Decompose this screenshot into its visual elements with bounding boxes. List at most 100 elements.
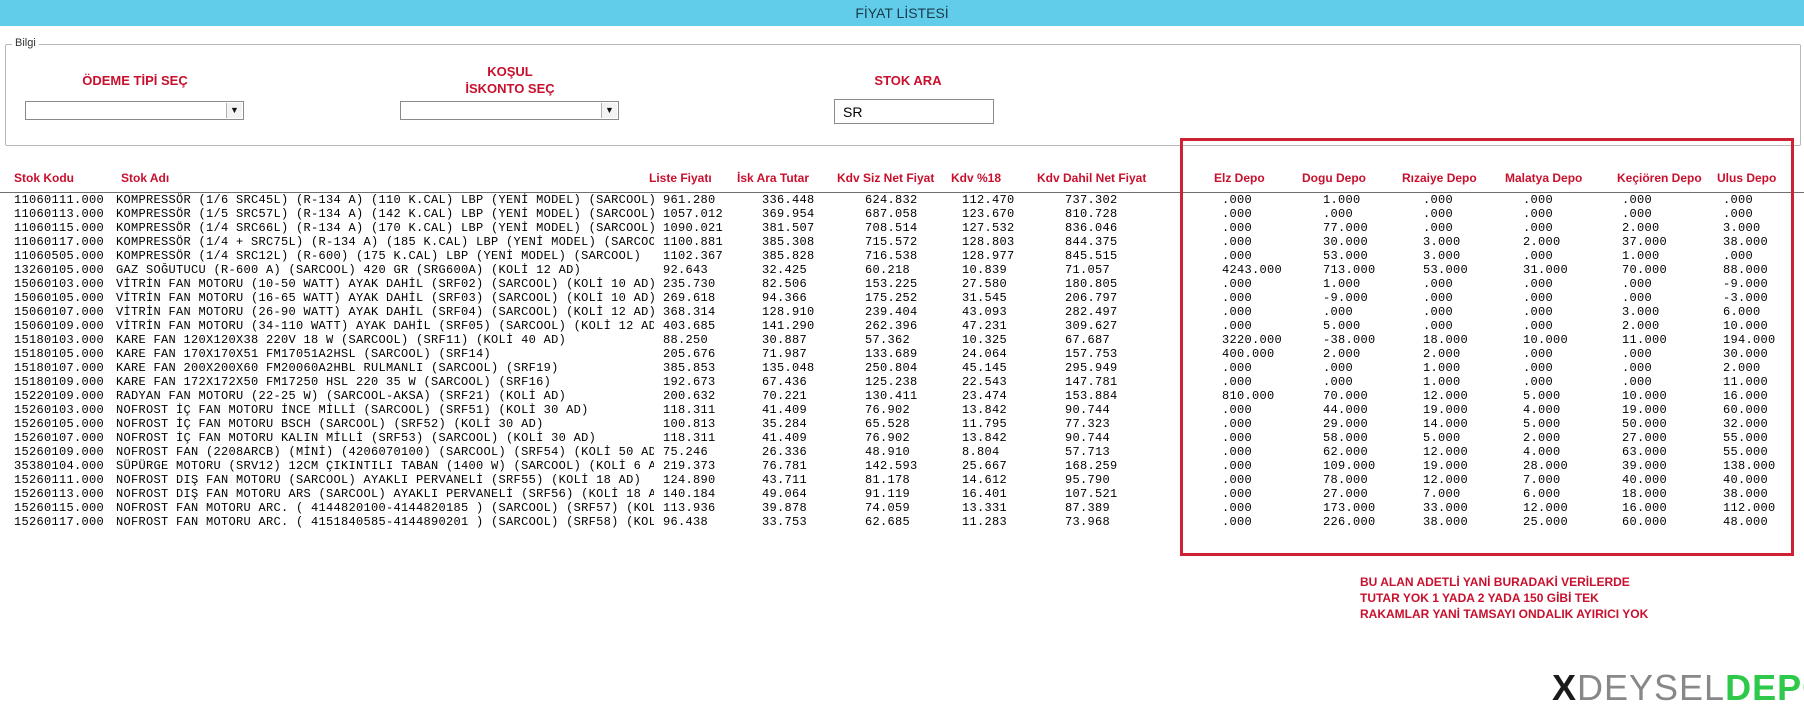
- cell-vat-18: 22.543: [962, 375, 1008, 389]
- cell-net-price-incl-vat: 836.046: [1065, 221, 1118, 235]
- cell-vat-18: 25.667: [962, 459, 1008, 473]
- cell-stock-code: 15060105.000: [14, 291, 105, 305]
- cell-list-price: 403.685: [663, 319, 716, 333]
- cell-net-price-incl-vat: 309.627: [1065, 319, 1118, 333]
- cell-discount-amount: 82.506: [762, 277, 808, 291]
- cell-stock-name: KARE FAN 200X200X60 FM20060A2HBL RULMANL…: [116, 361, 559, 375]
- cell-discount-amount: 41.409: [762, 403, 808, 417]
- cell-discount-amount: 385.308: [762, 235, 815, 249]
- cell-stock-code: 35380104.000: [14, 459, 105, 473]
- cell-vat-18: 13.331: [962, 501, 1008, 515]
- cell-discount-amount: 39.878: [762, 501, 808, 515]
- cell-discount-amount: 369.954: [762, 207, 815, 221]
- cell-stock-name: KARE FAN 120X120X38 220V 18 W (SARCOOL) …: [116, 333, 567, 347]
- col-header-stock-code[interactable]: Stok Kodu: [14, 171, 74, 185]
- cell-stock-code: 15060103.000: [14, 277, 105, 291]
- cell-net-price-incl-vat: 810.728: [1065, 207, 1118, 221]
- chevron-down-icon[interactable]: ▼: [601, 103, 617, 118]
- cell-net-price-excl-vat: 716.538: [865, 249, 918, 263]
- cell-stock-code: 15260103.000: [14, 403, 105, 417]
- cell-discount-amount: 41.409: [762, 431, 808, 445]
- col-header-list-price[interactable]: Liste Fiyatı: [649, 171, 712, 185]
- cell-net-price-incl-vat: 844.375: [1065, 235, 1118, 249]
- chevron-down-icon[interactable]: ▼: [226, 103, 242, 118]
- cell-list-price: 113.936: [663, 501, 716, 515]
- brand-watermark: XDEYSELDEPO: [1552, 668, 1804, 708]
- cell-net-price-excl-vat: 81.178: [865, 473, 911, 487]
- cell-stock-code: 15180105.000: [14, 347, 105, 361]
- cell-net-price-excl-vat: 153.225: [865, 277, 918, 291]
- annotation-line-2: TUTAR YOK 1 YADA 2 YADA 150 GİBİ TEK: [1360, 591, 1599, 605]
- cell-list-price: 1102.367: [663, 249, 724, 263]
- cell-net-price-excl-vat: 76.902: [865, 403, 911, 417]
- cell-stock-name: VİTRİN FAN MOTORU (26-90 WATT) AYAK DAHİ…: [116, 305, 654, 319]
- cell-stock-name: NOFROST FAN MOTORU ARC. ( 4151840585-414…: [116, 515, 654, 529]
- cell-net-price-excl-vat: 708.514: [865, 221, 918, 235]
- cell-stock-name: RADYAN FAN MOTORU (22-25 W) (SARCOOL-AKS…: [116, 389, 567, 403]
- cell-stock-code: 15220109.000: [14, 389, 105, 403]
- col-header-discount-amount[interactable]: İsk Ara Tutar: [737, 171, 809, 185]
- cell-discount-amount: 135.048: [762, 361, 815, 375]
- cell-list-price: 96.438: [663, 515, 709, 529]
- cell-vat-18: 128.803: [962, 235, 1015, 249]
- cell-list-price: 205.676: [663, 347, 716, 361]
- cell-stock-code: 11060505.000: [14, 249, 105, 263]
- condition-label: KOŞUL İSKONTO SEÇ: [440, 63, 580, 97]
- cell-stock-code: 15260117.000: [14, 515, 105, 529]
- annotation-line-3: RAKAMLAR YANİ TAMSAYI ONDALIK AYIRICI YO…: [1360, 607, 1649, 621]
- cell-net-price-incl-vat: 90.744: [1065, 431, 1111, 445]
- cell-vat-18: 27.580: [962, 277, 1008, 291]
- cell-net-price-excl-vat: 262.396: [865, 319, 918, 333]
- cell-discount-amount: 43.711: [762, 473, 808, 487]
- cell-net-price-excl-vat: 57.362: [865, 333, 911, 347]
- cell-discount-amount: 49.064: [762, 487, 808, 501]
- cell-list-price: 219.373: [663, 459, 716, 473]
- cell-net-price-excl-vat: 142.593: [865, 459, 918, 473]
- cell-net-price-incl-vat: 90.744: [1065, 403, 1111, 417]
- col-header-stock-name[interactable]: Stok Adı: [121, 171, 169, 185]
- cell-stock-name: NOFROST FAN (2208ARCB) (MİNİ) (420607010…: [116, 445, 654, 459]
- col-header-net-price-excl-vat[interactable]: Kdv Siz Net Fiyat: [837, 171, 934, 185]
- discount-combo[interactable]: ▼: [400, 101, 619, 120]
- cell-vat-18: 47.231: [962, 319, 1008, 333]
- cell-vat-18: 14.612: [962, 473, 1008, 487]
- cell-net-price-incl-vat: 295.949: [1065, 361, 1118, 375]
- watermark-part-1: X: [1552, 667, 1578, 708]
- cell-discount-amount: 381.507: [762, 221, 815, 235]
- cell-vat-18: 16.401: [962, 487, 1008, 501]
- cell-net-price-incl-vat: 147.781: [1065, 375, 1118, 389]
- payment-type-combo[interactable]: ▼: [25, 101, 244, 120]
- cell-net-price-excl-vat: 65.528: [865, 417, 911, 431]
- cell-stock-code: 15180109.000: [14, 375, 105, 389]
- cell-stock-name: SÜPÜRGE MOTORU (SRV12) 12CM ÇIKINTILI TA…: [116, 459, 654, 473]
- cell-discount-amount: 32.425: [762, 263, 808, 277]
- cell-stock-code: 13260105.000: [14, 263, 105, 277]
- cell-stock-name: NOFROST İÇ FAN MOTORU KALIN MİLLİ (SRF53…: [116, 431, 597, 445]
- cell-stock-code: 11060115.000: [14, 221, 105, 235]
- col-header-net-price-incl-vat[interactable]: Kdv Dahil Net Fiyat: [1037, 171, 1146, 185]
- cell-net-price-excl-vat: 62.685: [865, 515, 911, 529]
- cell-stock-name: VİTRİN FAN MOTORU (10-50 WATT) AYAK DAHİ…: [116, 277, 654, 291]
- cell-stock-code: 15180103.000: [14, 333, 105, 347]
- cell-net-price-incl-vat: 95.790: [1065, 473, 1111, 487]
- cell-list-price: 118.311: [663, 431, 716, 445]
- cell-net-price-excl-vat: 133.689: [865, 347, 918, 361]
- cell-list-price: 140.184: [663, 487, 716, 501]
- col-header-vat-18[interactable]: Kdv %18: [951, 171, 1001, 185]
- cell-stock-name: VİTRİN FAN MOTORU (34-110 WATT) AYAK DAH…: [116, 319, 654, 333]
- cell-stock-code: 15260109.000: [14, 445, 105, 459]
- cell-net-price-excl-vat: 250.804: [865, 361, 918, 375]
- cell-net-price-incl-vat: 67.687: [1065, 333, 1111, 347]
- cell-discount-amount: 71.987: [762, 347, 808, 361]
- cell-net-price-incl-vat: 77.323: [1065, 417, 1111, 431]
- cell-stock-name: KOMPRESSÖR (1/5 SRC57L) (R-134 A) (142 K…: [116, 207, 654, 221]
- cell-stock-code: 15060107.000: [14, 305, 105, 319]
- window-titlebar: FİYAT LİSTESİ: [0, 0, 1804, 26]
- cell-list-price: 92.643: [663, 263, 709, 277]
- cell-stock-name: VİTRİN FAN MOTORU (16-65 WATT) AYAK DAHİ…: [116, 291, 654, 305]
- stock-search-input[interactable]: [834, 99, 994, 124]
- cell-net-price-incl-vat: 87.389: [1065, 501, 1111, 515]
- cell-discount-amount: 35.284: [762, 417, 808, 431]
- cell-vat-18: 8.804: [962, 445, 1000, 459]
- cell-stock-code: 11060111.000: [14, 193, 105, 207]
